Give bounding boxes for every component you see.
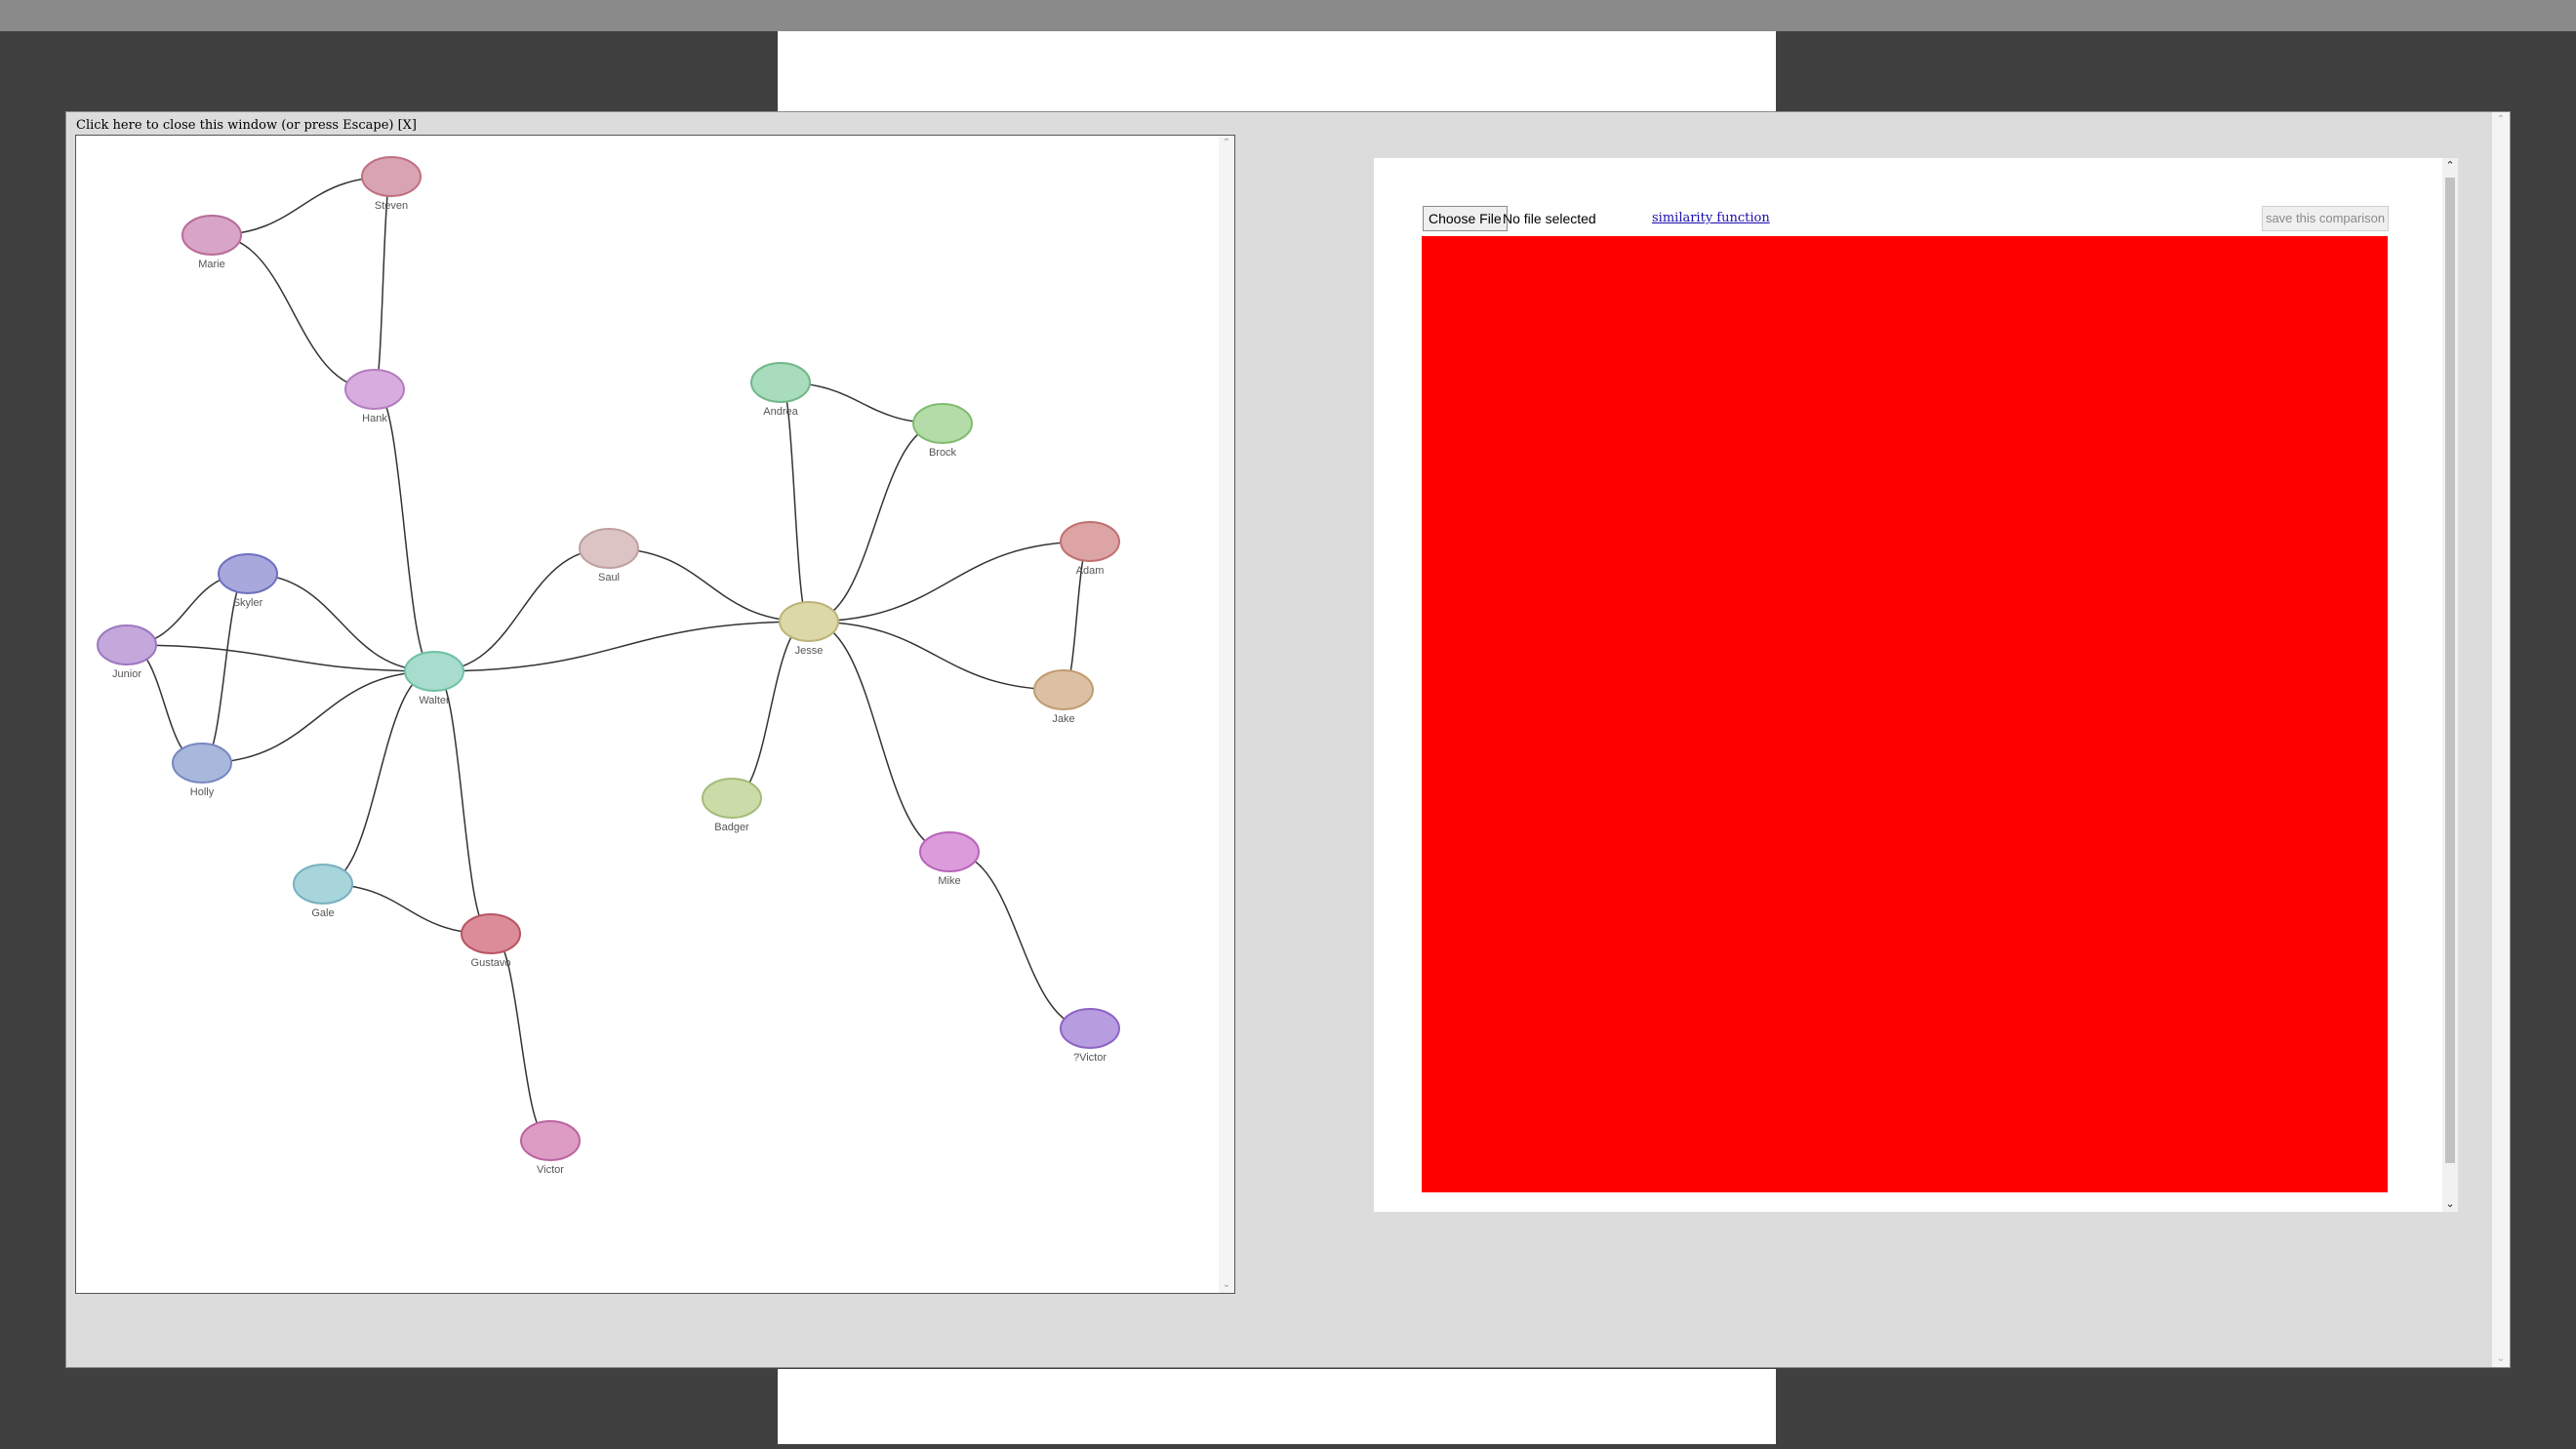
node-label-saul: Saul [598, 572, 620, 584]
node-victor[interactable] [520, 1120, 581, 1161]
graph-frame: Steven Marie Hank Andrea Brock Saul Adam Skyler… [75, 135, 1235, 1294]
choose-file-button[interactable]: Choose File [1423, 206, 1508, 231]
node-adam[interactable] [1060, 521, 1120, 562]
node-steven[interactable] [361, 156, 422, 197]
edge-andrea-jesse [780, 382, 810, 623]
node-badger[interactable] [702, 778, 762, 819]
node-label-steven: Steven [375, 200, 408, 212]
save-comparison-button[interactable]: save this comparison [2262, 206, 2389, 231]
node-label-gale: Gale [311, 907, 334, 919]
node-label-mike: Mike [938, 875, 960, 887]
node-marie[interactable] [181, 215, 242, 256]
edge-walter-jesse [433, 621, 810, 672]
node-mike[interactable] [919, 831, 980, 872]
edge-saul-jesse [608, 547, 810, 623]
modal-scroll-down-icon[interactable]: ⌄ [2492, 1351, 2510, 1367]
panel-scroll-down-icon[interactable]: ⌄ [2442, 1196, 2458, 1212]
edge-holly-walter [201, 670, 435, 764]
node-label-gustavo: Gustavo [471, 957, 511, 969]
network-graph[interactable]: Steven Marie Hank Andrea Brock Saul Adam Skyler… [76, 136, 1235, 1294]
comparison-modal: Click here to close this window (or pres… [65, 111, 2511, 1368]
node-victor2[interactable] [1060, 1008, 1120, 1049]
scroll-down-arrow-icon[interactable]: ⌄ [1219, 1277, 1234, 1293]
node-holly[interactable] [172, 743, 232, 784]
node-label-brock: Brock [929, 447, 957, 459]
edge-hank-walter [374, 388, 435, 672]
edge-mike-victor2 [948, 851, 1091, 1029]
background-page-top [778, 31, 1776, 111]
node-brock[interactable] [912, 403, 973, 444]
edge-jesse-mike [808, 621, 950, 853]
node-andrea[interactable] [750, 362, 811, 403]
node-label-andrea: Andrea [763, 406, 798, 418]
node-label-hank: Hank [362, 413, 387, 424]
modal-scroll-up-icon[interactable]: ⌃ [2492, 112, 2510, 128]
file-status-text: No file selected [1503, 211, 1596, 226]
panel-scrollbar[interactable]: ⌃ ⌄ [2442, 158, 2458, 1212]
edge-junior-walter [126, 644, 435, 672]
edge-jake-jesse [808, 621, 1065, 691]
node-label-skyler: Skyler [233, 597, 263, 609]
scroll-up-arrow-icon[interactable]: ⌃ [1219, 136, 1234, 151]
node-label-junior: Junior [112, 668, 141, 680]
edge-brock-jesse [808, 423, 944, 623]
node-label-adam: Adam [1076, 565, 1105, 577]
node-saul[interactable] [579, 528, 639, 569]
node-label-victor2: ?Victor [1073, 1052, 1107, 1064]
node-jake[interactable] [1033, 669, 1094, 710]
node-walter[interactable] [404, 651, 464, 692]
node-label-victor: Victor [537, 1164, 564, 1176]
node-label-jake: Jake [1052, 713, 1074, 725]
panel-scroll-up-icon[interactable]: ⌃ [2442, 158, 2458, 174]
node-junior[interactable] [97, 624, 157, 665]
edge-marie-hank [211, 234, 376, 390]
background-page-bottom [778, 1369, 1776, 1444]
edge-saul-walter [433, 547, 610, 672]
comparison-panel: Choose File No file selected similarity … [1374, 158, 2458, 1212]
node-jesse[interactable] [779, 601, 839, 642]
node-label-jesse: Jesse [795, 645, 824, 657]
edge-adam-jake [1063, 541, 1091, 691]
modal-scrollbar[interactable]: ⌃ ⌄ [2492, 112, 2510, 1367]
node-skyler[interactable] [218, 553, 278, 594]
node-label-badger: Badger [714, 822, 749, 833]
node-label-walter: Walter [419, 695, 450, 706]
edge-adam-jesse [808, 541, 1091, 623]
browser-top-bar [0, 0, 2576, 31]
panel-scroll-thumb[interactable] [2445, 178, 2455, 1163]
node-gale[interactable] [293, 864, 353, 905]
comparison-canvas [1422, 236, 2388, 1192]
edge-walter-gale [322, 670, 435, 885]
node-label-marie: Marie [198, 259, 225, 270]
node-hank[interactable] [344, 369, 405, 410]
graph-scrollbar[interactable]: ⌃ ⌄ [1219, 136, 1234, 1293]
close-window-link[interactable]: Click here to close this window (or pres… [76, 118, 417, 133]
node-gustavo[interactable] [461, 913, 521, 954]
node-label-holly: Holly [190, 786, 215, 798]
edge-walter-gustavo [433, 670, 492, 935]
similarity-function-link[interactable]: similarity function [1652, 211, 1770, 225]
